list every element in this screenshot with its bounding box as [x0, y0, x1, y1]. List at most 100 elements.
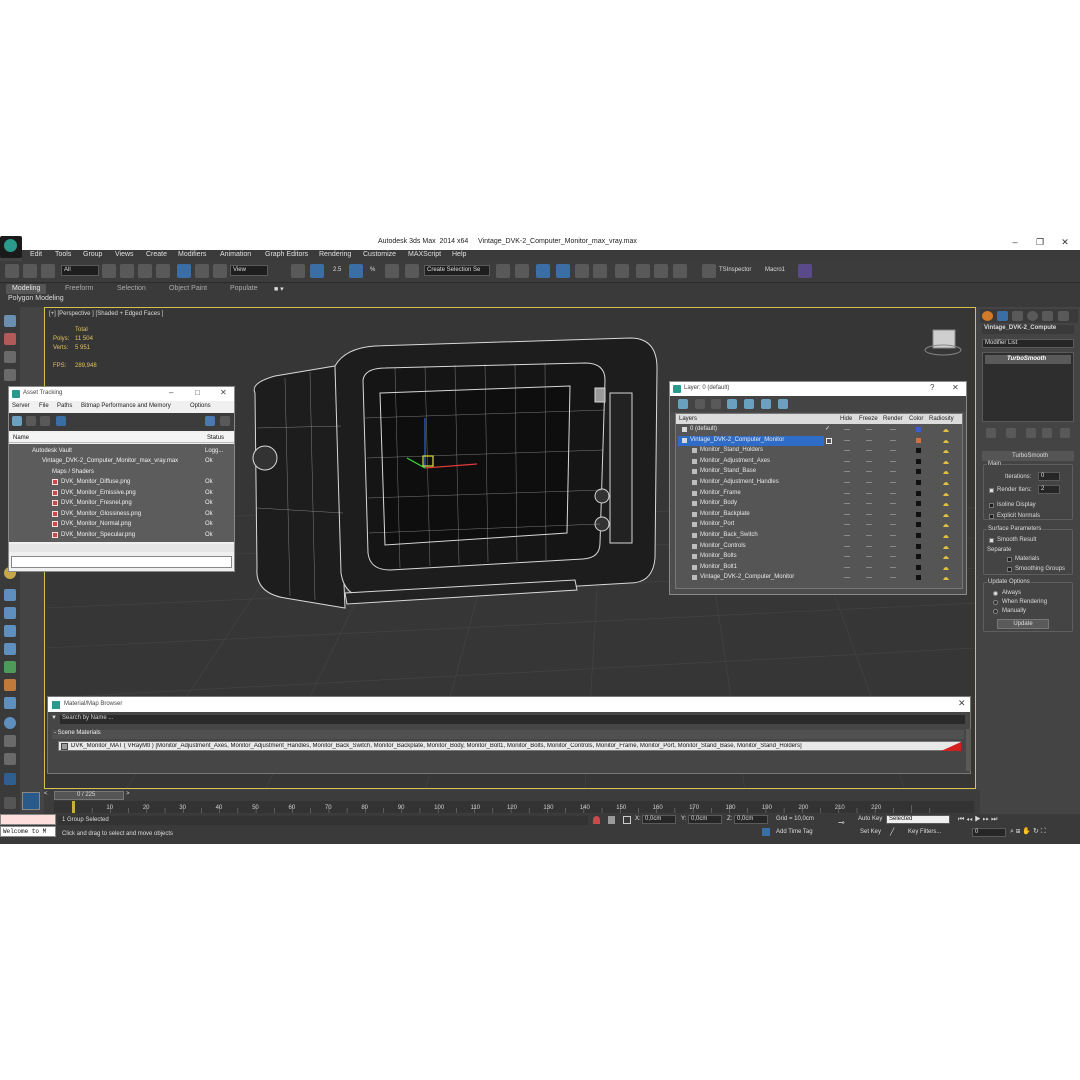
layer-col-freeze[interactable]: Freeze — [859, 416, 878, 422]
asset-table-icon[interactable] — [40, 416, 50, 426]
layer-dialog-titlebar[interactable]: Layer: 0 (default) ? ✕ — [670, 382, 966, 396]
maximize-viewport-icon[interactable]: ⛶ — [1041, 828, 1046, 835]
asset-col-name[interactable]: Name — [13, 435, 29, 441]
tsinspector-icon[interactable] — [702, 264, 716, 278]
hide-toggle[interactable] — [844, 566, 850, 568]
menu-group[interactable]: Group — [83, 251, 102, 258]
asset-horizontal-scrollbar[interactable] — [9, 544, 234, 552]
table-row[interactable]: Monitor_Backplate — [678, 510, 960, 520]
layer-color-swatch[interactable] — [916, 522, 921, 528]
unlink-icon[interactable] — [23, 264, 37, 278]
layer-explorer-icon[interactable] — [536, 264, 550, 278]
tab-populate[interactable]: Populate — [230, 285, 258, 292]
current-frame-field[interactable]: 0 — [972, 828, 1006, 837]
radiosity-icon[interactable] — [942, 574, 950, 581]
table-row[interactable]: Vintage_DVK-2_Computer_Monitor — [678, 435, 949, 446]
layer-color-swatch[interactable] — [916, 437, 921, 443]
hide-toggle[interactable] — [844, 429, 850, 430]
menu-create[interactable]: Create — [146, 251, 167, 258]
layer-color-swatch[interactable] — [916, 458, 921, 464]
select-by-name-icon[interactable] — [120, 264, 134, 278]
active-layer-check-icon[interactable]: ✓ — [825, 425, 830, 432]
radiosity-icon[interactable] — [942, 479, 950, 486]
freeze-toggle[interactable] — [866, 535, 872, 536]
shape-tool-icon[interactable] — [4, 643, 16, 655]
freeze-toggle[interactable] — [866, 429, 872, 430]
layer-color-swatch[interactable] — [916, 490, 921, 496]
when-rendering-radio[interactable] — [993, 600, 998, 605]
layer-color-swatch[interactable] — [916, 533, 921, 538]
hide-toggle[interactable] — [844, 450, 850, 452]
radiosity-icon[interactable] — [942, 447, 950, 454]
app-logo-icon[interactable] — [0, 236, 22, 258]
time-tag-icon[interactable] — [762, 828, 770, 836]
hide-toggle[interactable] — [844, 460, 850, 462]
layer-color-swatch[interactable] — [916, 469, 921, 475]
asset-list-icon[interactable] — [26, 416, 36, 426]
smoothing-groups-checkbox[interactable] — [1007, 567, 1012, 572]
freeze-toggle[interactable] — [866, 450, 872, 452]
menu-help[interactable]: Help — [452, 251, 466, 258]
freeze-toggle[interactable] — [866, 503, 872, 505]
isoline-display-checkbox[interactable] — [989, 503, 994, 508]
highlight-layer-icon[interactable] — [761, 399, 771, 409]
modifier-list-dropdown[interactable]: Modifier List — [982, 339, 1074, 348]
previous-frame-icon[interactable]: ◂◂ — [966, 816, 972, 823]
list-item[interactable]: DVK_Monitor_Specular.png Ok — [10, 530, 232, 540]
stack-item-turbosmooth[interactable]: TurboSmooth — [985, 355, 1071, 364]
link-tool-icon[interactable] — [4, 697, 16, 709]
bind-space-warp-icon[interactable] — [41, 264, 55, 278]
material-browser-scrollbar[interactable] — [966, 729, 971, 771]
hierarchy-tab-icon[interactable] — [1012, 311, 1023, 321]
zoom-all-icon[interactable]: ⊞ — [1016, 828, 1020, 835]
freeze-toggle[interactable] — [866, 524, 872, 526]
layer-color-swatch[interactable] — [916, 501, 921, 507]
hide-toggle[interactable] — [844, 492, 850, 494]
tab-freeform[interactable]: Freeform — [65, 285, 93, 292]
tab-selection[interactable]: Selection — [117, 285, 146, 292]
table-row[interactable]: Monitor_Body — [678, 499, 960, 509]
hide-toggle[interactable] — [844, 471, 850, 473]
set-active-layer-icon[interactable] — [826, 437, 832, 444]
layer-col-render[interactable]: Render — [883, 416, 903, 422]
render-production-icon[interactable] — [673, 264, 687, 278]
table-row[interactable]: Monitor_Back_Switch — [678, 531, 960, 541]
table-row[interactable]: Monitor_Bolt1 — [678, 563, 960, 573]
radiosity-icon[interactable] — [942, 437, 950, 444]
hide-toggle[interactable] — [844, 524, 850, 526]
material-browser-titlebar[interactable]: Material/Map Browser ✕ — [48, 697, 970, 712]
helper-tool-icon[interactable] — [4, 625, 16, 637]
hide-toggle[interactable] — [844, 535, 850, 536]
reference-coord-dropdown[interactable]: View — [230, 265, 268, 276]
list-item[interactable]: DVK_Monitor_Normal.png Ok — [10, 519, 232, 529]
select-objects-icon[interactable] — [744, 399, 754, 409]
show-end-result-icon[interactable] — [1006, 428, 1016, 438]
render-toggle[interactable] — [890, 566, 896, 568]
hammer-tool-icon[interactable] — [4, 679, 16, 691]
modify-tab-icon[interactable] — [997, 311, 1008, 321]
minimize-button[interactable]: – — [1008, 237, 1022, 248]
menu-rendering[interactable]: Rendering — [319, 251, 351, 258]
spinner-snap-icon[interactable] — [385, 264, 399, 278]
create-tab-icon[interactable] — [982, 311, 993, 321]
named-selection-dropdown[interactable]: Create Selection Se — [424, 265, 490, 276]
radiosity-icon[interactable] — [942, 553, 950, 560]
light-tool-icon[interactable] — [4, 607, 16, 619]
layer-color-swatch[interactable] — [916, 554, 921, 560]
key-curve-icon[interactable]: ╱ — [890, 828, 900, 837]
menu-modifiers[interactable]: Modifiers — [178, 251, 206, 258]
layer-color-swatch[interactable] — [916, 480, 921, 485]
render-toggle[interactable] — [890, 524, 896, 526]
render-iters-spinner[interactable]: 2 — [1038, 485, 1060, 494]
viewport-label[interactable]: [+] [Perspective ] [Shaded + Edged Faces… — [49, 311, 163, 317]
vertical-bar-icon[interactable] — [4, 753, 16, 765]
radiosity-icon[interactable] — [942, 564, 950, 571]
render-setup-icon[interactable] — [636, 264, 650, 278]
asset-col-status[interactable]: Status — [207, 435, 224, 441]
layer-help-button[interactable]: ? — [930, 383, 934, 392]
table-row[interactable]: Monitor_Stand_Base — [678, 467, 960, 477]
layer-col-layers[interactable]: Layers — [679, 416, 697, 422]
layer-color-swatch[interactable] — [916, 543, 921, 549]
scene-materials-header[interactable]: - Scene Materials — [52, 730, 964, 739]
auto-key-button[interactable]: Auto Key — [858, 816, 882, 822]
